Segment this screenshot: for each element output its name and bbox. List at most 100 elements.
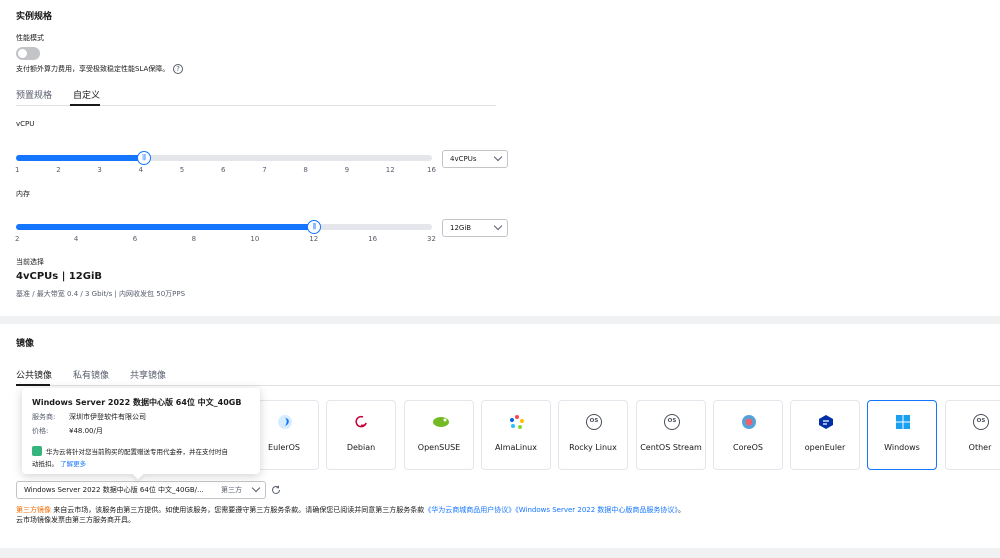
- vcpu-tick: 2: [56, 166, 61, 174]
- popup-price-value: ¥48.00/月: [69, 427, 103, 435]
- current-selection-detail: 基准 / 最大带宽 0.4 / 3 Gbit/s | 内网收发包 50万PPS: [16, 290, 186, 298]
- vcpu-tick: 12: [385, 166, 395, 174]
- learn-more-link[interactable]: 了解更多: [60, 460, 86, 468]
- memory-tick: 10: [250, 235, 260, 243]
- os-name: Debian: [346, 443, 376, 452]
- popup-coupon-text: 华为云将针对您当前购买的配置赠送专用代金券，并在支付时自: [46, 448, 228, 456]
- vcpu-slider-fill: [16, 155, 142, 161]
- euleros-icon: [277, 414, 293, 430]
- perf-mode-label: 性能模式: [16, 34, 44, 42]
- openeuler-icon: [818, 414, 834, 430]
- notice-text: 来自云市场，该服务由第三方提供。如使用该服务，您需要遵守第三方服务条款。请确保您…: [51, 506, 425, 514]
- os-name: OpenSUSE: [417, 443, 461, 452]
- os-option-rocky-linux[interactable]: OS Rocky Linux: [558, 400, 628, 470]
- os-name: openEuler: [804, 443, 846, 452]
- popup-vendor-value: 深圳市伊登软件有限公司: [69, 413, 146, 421]
- os-name: EulerOS: [268, 443, 300, 452]
- os-option-opensuse[interactable]: OpenSUSE: [404, 400, 474, 470]
- memory-tick: 8: [191, 235, 197, 243]
- memory-tick: 6: [132, 235, 138, 243]
- centos-stream-icon: OS: [664, 414, 680, 430]
- help-icon[interactable]: ?: [173, 64, 183, 74]
- memory-tick: 32: [427, 235, 436, 243]
- vcpu-tick: 9: [344, 166, 350, 174]
- memory-select[interactable]: 12GiB: [442, 219, 508, 237]
- image-version-select[interactable]: Windows Server 2022 数据中心版 64位 中文_40GB/..…: [16, 481, 266, 499]
- perf-mode-toggle[interactable]: [16, 47, 40, 60]
- spec-title: 实例规格: [16, 12, 53, 22]
- os-name: Rocky Linux: [569, 443, 617, 452]
- os-ring-glyph: OS: [664, 414, 680, 430]
- tab-custom-spec[interactable]: 自定义: [73, 88, 100, 101]
- os-name: CentOS Stream: [640, 443, 702, 452]
- tab-public-image[interactable]: 公共镜像: [16, 368, 52, 381]
- invoice-notice: 云市场镜像发票由第三方服务商开具。: [16, 516, 135, 524]
- memory-tick: 12: [309, 235, 319, 243]
- os-option-openeuler[interactable]: openEuler: [790, 400, 860, 470]
- vcpu-tick: 1: [15, 166, 20, 174]
- rocky-linux-icon: OS: [586, 414, 602, 430]
- third-party-prefix: 第三方镜像: [16, 506, 51, 514]
- perf-mode-desc: 支付额外算力费用，享受极致稳定性能SLA保障。: [16, 65, 170, 73]
- spec-tab-active-indicator: [70, 104, 100, 106]
- debian-icon: [354, 414, 370, 430]
- os-ring-glyph: OS: [973, 414, 989, 430]
- os-name: Other: [968, 443, 992, 452]
- current-selection-value: 4vCPUs | 12GiB: [16, 271, 103, 282]
- other-os-icon: OS: [973, 414, 989, 430]
- os-option-coreos[interactable]: CoreOS: [713, 400, 783, 470]
- image-info-popup: Windows Server 2022 数据中心版 64位 中文_40GB 服务…: [22, 388, 260, 480]
- vcpu-tick: 3: [97, 166, 102, 174]
- instance-spec-card: 实例规格 性能模式 支付额外算力费用，享受极致稳定性能SLA保障。 ? 预置规格…: [0, 0, 1000, 316]
- agreement-link-2[interactable]: 《Windows Server 2022 数据中心版商品服务协议》: [515, 506, 678, 514]
- popup-coupon-text-2: 动抵扣。 了解更多: [32, 458, 86, 468]
- memory-select-value: 12GiB: [450, 224, 472, 232]
- tab-shared-image[interactable]: 共享镜像: [130, 368, 166, 381]
- memory-tick: 16: [368, 235, 378, 243]
- vcpu-select-value: 4vCPUs: [450, 155, 477, 163]
- chevron-down-icon: [493, 152, 503, 162]
- third-party-notice: 第三方镜像 来自云市场，该服务由第三方提供。如使用该服务，您需要遵守第三方服务条…: [16, 505, 685, 515]
- vcpu-select[interactable]: 4vCPUs: [442, 150, 508, 168]
- vcpu-tick: 5: [179, 166, 185, 174]
- os-ring-glyph: OS: [586, 414, 602, 430]
- popup-title: Windows Server 2022 数据中心版 64位 中文_40GB: [32, 398, 242, 407]
- vcpu-slider-handle[interactable]: |||: [136, 151, 151, 165]
- popup-vendor-label: 服务商:: [32, 413, 56, 421]
- os-name: AlmaLinux: [495, 443, 537, 452]
- memory-tick: 4: [73, 235, 79, 243]
- image-tab-active-indicator: [16, 384, 50, 386]
- os-name: CoreOS: [733, 443, 763, 452]
- os-option-almalinux[interactable]: AlmaLinux: [481, 400, 551, 470]
- memory-tick: 2: [15, 235, 20, 243]
- vcpu-tick: 7: [262, 166, 267, 174]
- os-option-debian[interactable]: Debian: [326, 400, 396, 470]
- image-tab-divider: [16, 385, 1000, 386]
- windows-icon: [895, 414, 911, 430]
- popup-coupon-line2: 动抵扣。: [32, 460, 58, 468]
- coreos-icon: [741, 414, 757, 430]
- vcpu-tick: 8: [303, 166, 308, 174]
- tab-preset-spec[interactable]: 预置规格: [16, 88, 52, 101]
- os-name: Windows: [884, 443, 920, 452]
- tab-private-image[interactable]: 私有镜像: [73, 368, 109, 381]
- vcpu-tick: 4: [138, 166, 144, 174]
- agreement-link-1[interactable]: 《华为云商城商品用户协议》: [424, 506, 515, 514]
- coupon-icon: [32, 446, 42, 456]
- os-option-windows[interactable]: Windows: [867, 400, 937, 470]
- chevron-down-icon: [251, 483, 261, 493]
- memory-slider-handle[interactable]: |||: [307, 220, 322, 234]
- os-option-other[interactable]: OS Other: [945, 400, 1000, 470]
- current-selection-label: 当前选择: [16, 258, 44, 266]
- almalinux-icon: [509, 414, 525, 430]
- notice-end: 。: [677, 506, 685, 514]
- image-title: 镜像: [16, 339, 35, 349]
- refresh-icon[interactable]: [271, 485, 281, 495]
- popup-price-label: 价格:: [32, 427, 49, 435]
- vcpu-tick: 16: [427, 166, 436, 174]
- vcpu-label: vCPU: [16, 120, 35, 128]
- memory-slider-fill: [16, 224, 313, 230]
- os-option-centos-stream[interactable]: OS CentOS Stream: [636, 400, 706, 470]
- third-party-tag: 第三方: [221, 486, 242, 494]
- memory-label: 内存: [16, 190, 30, 198]
